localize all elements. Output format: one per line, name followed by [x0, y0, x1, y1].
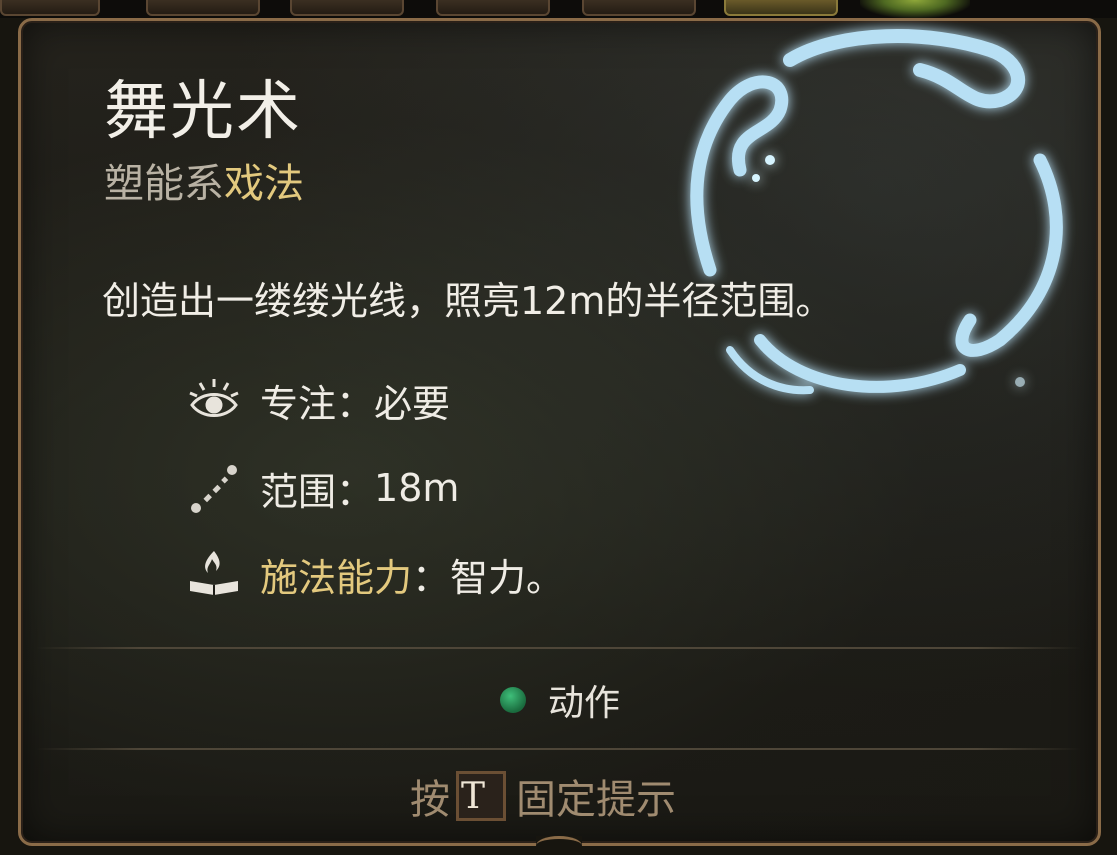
action-dot-icon: [500, 687, 526, 713]
hotbar-slot[interactable]: [582, 0, 696, 16]
divider: [36, 748, 1081, 750]
stat-concentration: 专注：必要: [186, 372, 450, 428]
action-label: 动作: [548, 683, 621, 724]
stat-value: 18m: [374, 466, 460, 510]
stat-label: 范围: [260, 469, 337, 514]
hint-prefix: 按: [410, 777, 450, 823]
hotbar-slot[interactable]: [146, 0, 260, 16]
hotbar-slot[interactable]: [724, 0, 838, 16]
concentration-eye-icon: [186, 372, 242, 428]
spell-school-level: 塑能系戏法: [104, 158, 304, 210]
spell-level: 戏法: [224, 161, 304, 207]
key-t-button[interactable]: T: [456, 771, 506, 821]
divider: [36, 647, 1081, 649]
stat-separator: ：: [336, 381, 375, 426]
stat-value: 智力。: [450, 555, 565, 600]
spell-description: 创造出一缕缕光线，照亮12m的半径范围。: [102, 279, 834, 323]
hotbar-leaf-decoration: [860, 0, 970, 18]
hotbar-slot[interactable]: [436, 0, 550, 16]
stat-label: 施法能力: [260, 555, 413, 600]
range-icon: [186, 460, 242, 516]
spell-name: 舞光术: [104, 75, 302, 149]
hotbar-slot[interactable]: [290, 0, 404, 16]
panel-bottom-notch: [536, 836, 582, 852]
hotbar-strip: [0, 0, 1117, 18]
hint-suffix: 固定提示: [516, 777, 676, 823]
stat-spellcasting-ability: 施法能力：智力。: [186, 546, 564, 602]
spell-school: 塑能系: [104, 161, 224, 207]
dancing-lights-spell-icon: [690, 29, 1063, 395]
action-cost: 动作: [500, 676, 620, 724]
stat-value: 必要: [374, 381, 451, 426]
pin-tooltip-hint: 按 T 固定提示: [410, 766, 676, 826]
stat-separator: ：: [336, 469, 375, 514]
stat-range: 范围： 18m: [186, 460, 459, 516]
hotbar-slot[interactable]: [0, 0, 100, 16]
spellbook-flame-icon: [186, 546, 242, 602]
stat-label: 专注: [260, 381, 337, 426]
stat-separator: ：: [412, 555, 451, 600]
